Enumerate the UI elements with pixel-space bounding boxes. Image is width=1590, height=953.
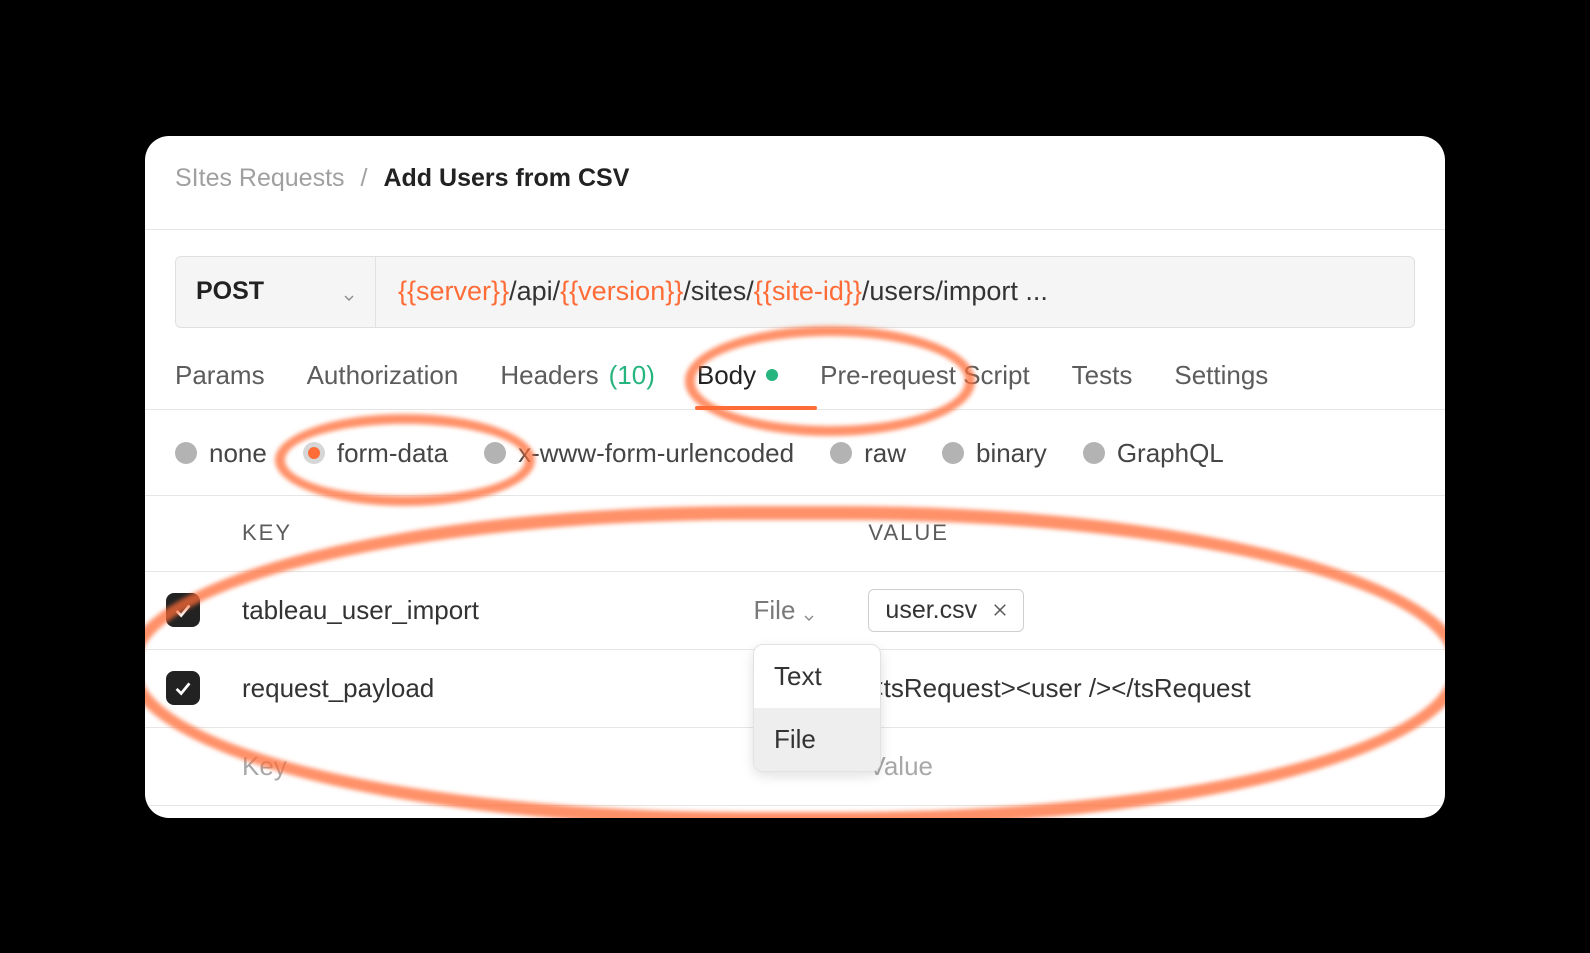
row-type-selector[interactable]: File [754,595,818,626]
tab-tests[interactable]: Tests [1072,360,1133,409]
tab-pre-request[interactable]: Pre-request Script [820,360,1030,409]
dropdown-option-text[interactable]: Text [754,645,880,708]
request-url-bar: POST {{server}}/api/{{version}}/sites/{{… [175,256,1415,328]
url-var-version: {{version}} [560,276,683,306]
body-type-raw[interactable]: raw [830,438,906,469]
value-type-dropdown[interactable]: Text File [753,644,881,772]
body-type-radios: none form-data x-www-form-urlencoded raw… [145,410,1445,495]
divider [145,229,1445,230]
tab-headers[interactable]: Headers (10) [500,360,655,409]
chevron-down-icon [801,602,817,618]
chevron-down-icon [341,284,357,300]
breadcrumb-separator: / [361,164,368,193]
radio-icon [1083,442,1105,464]
row-checkbox[interactable] [166,593,200,627]
body-type-urlencoded[interactable]: x-www-form-urlencoded [484,438,794,469]
col-header-key: KEY [222,520,292,546]
url-var-server: {{server}} [398,276,509,306]
col-header-value: VALUE [868,520,949,545]
row-value[interactable]: <tsRequest><user /></tsRequest [868,673,1250,703]
tab-body[interactable]: Body [697,360,778,409]
breadcrumb-current: Add Users from CSV [383,164,629,193]
radio-icon [942,442,964,464]
key-placeholder[interactable]: Key [222,751,287,782]
radio-icon [175,442,197,464]
table-header-row: KEY VALUE [145,496,1445,572]
tab-params[interactable]: Params [175,360,265,409]
request-tabs: Params Authorization Headers (10) Body P… [145,328,1445,410]
request-url-input[interactable]: {{server}}/api/{{version}}/sites/{{site-… [376,276,1414,307]
row-key[interactable]: tableau_user_import [222,595,479,626]
body-active-dot-icon [766,369,778,381]
tab-authorization[interactable]: Authorization [307,360,459,409]
body-type-binary[interactable]: binary [942,438,1047,469]
radio-icon [303,442,325,464]
dropdown-option-file[interactable]: File [754,708,880,771]
body-type-none[interactable]: none [175,438,267,469]
table-row: tableau_user_import File user.csv [145,572,1445,650]
url-var-site-id: {{site-id}} [754,276,862,306]
breadcrumb-parent[interactable]: SItes Requests [175,164,345,193]
row-key[interactable]: request_payload [222,673,434,704]
headers-count: (10) [609,360,655,391]
radio-icon [484,442,506,464]
http-method-label: POST [196,277,264,306]
file-chip[interactable]: user.csv [868,589,1024,632]
request-panel: SItes Requests / Add Users from CSV POST… [145,136,1445,818]
close-icon[interactable] [991,601,1009,619]
radio-icon [830,442,852,464]
body-type-form-data[interactable]: form-data [303,438,448,469]
breadcrumb: SItes Requests / Add Users from CSV [145,136,1445,207]
tab-settings[interactable]: Settings [1174,360,1268,409]
row-checkbox[interactable] [166,671,200,705]
body-type-graphql[interactable]: GraphQL [1083,438,1224,469]
http-method-selector[interactable]: POST [176,257,376,327]
